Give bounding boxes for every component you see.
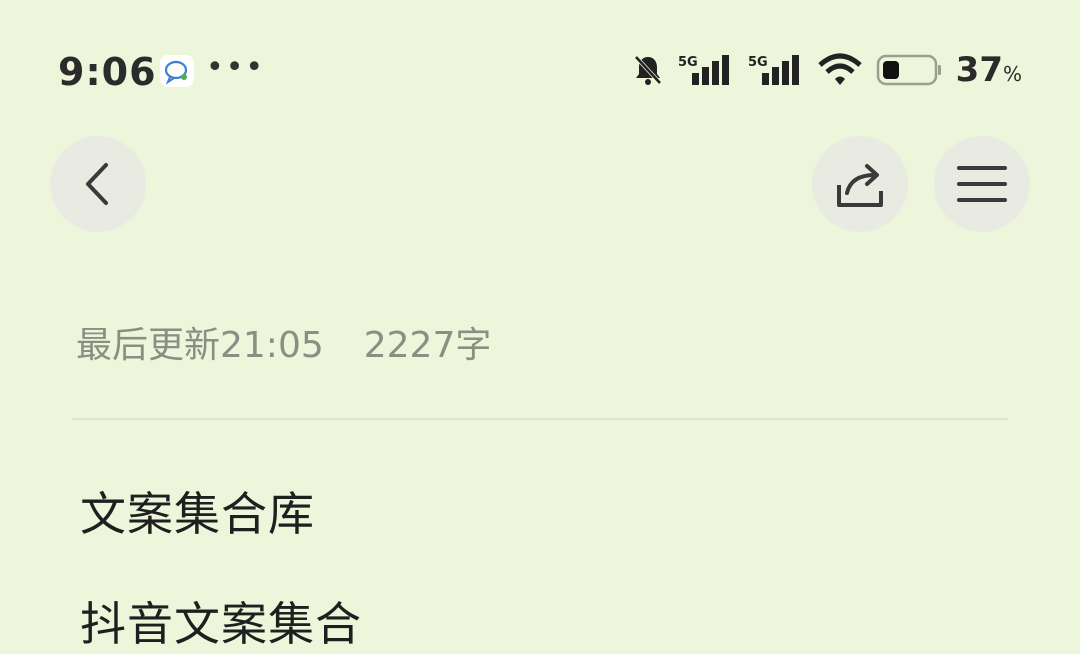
status-icons: 5G 5G 37% <box>632 50 1022 90</box>
back-button[interactable] <box>50 136 146 232</box>
share-icon <box>837 164 883 207</box>
svg-text:5G: 5G <box>748 55 768 70</box>
svg-text:5G: 5G <box>678 55 698 70</box>
battery-icon <box>876 53 942 87</box>
share-button[interactable] <box>812 136 908 232</box>
note-body-line[interactable]: 抖音文案集合 <box>80 588 362 654</box>
note-meta: 最后更新21:05 2227字 <box>76 316 491 368</box>
more-notifications-indicator: ••• <box>206 50 266 85</box>
word-count-text: 2227字 <box>363 325 492 366</box>
5g-signal-icon: 5G <box>748 53 804 87</box>
chat-notification-icon <box>160 55 194 87</box>
chevron-left-icon <box>86 163 108 205</box>
bell-muted-icon <box>632 53 664 87</box>
last-updated-text: 最后更新21:05 <box>76 325 324 366</box>
status-time: 9:06 <box>58 50 157 94</box>
note-title[interactable]: 文案集合库 <box>80 478 315 544</box>
divider <box>72 418 1008 420</box>
5g-signal-icon: 5G <box>678 53 734 87</box>
menu-icon <box>957 166 1007 202</box>
menu-button[interactable] <box>934 136 1030 232</box>
battery-percentage: 37% <box>955 50 1022 90</box>
wifi-icon <box>817 53 862 87</box>
